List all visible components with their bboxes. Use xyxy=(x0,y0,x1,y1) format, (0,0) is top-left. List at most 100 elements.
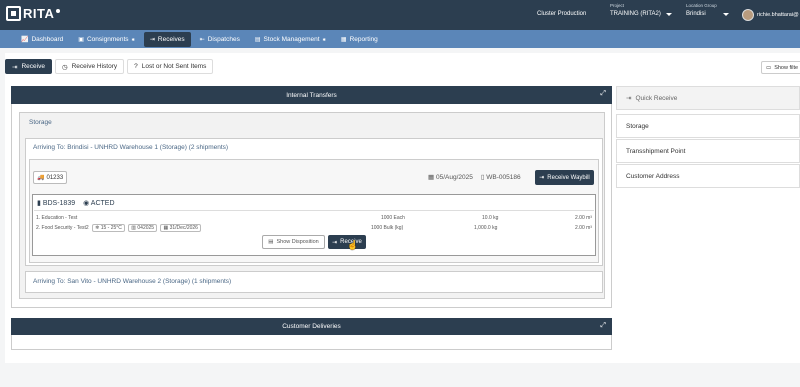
sidebar-item-label: Storage xyxy=(626,122,649,130)
nav-label: Receives xyxy=(157,35,185,43)
sidebar-item-storage[interactable]: Storage xyxy=(616,114,800,138)
temperature: 15 - 25°C xyxy=(100,225,122,231)
logo-text: RITA xyxy=(23,6,55,21)
expiry: 31/Dec/2026 xyxy=(169,225,198,231)
sidebar-item-label: Customer Address xyxy=(626,172,680,180)
cursor-hand-icon: ☝ xyxy=(347,240,359,250)
nav-dispatches[interactable]: ⇤ Dispatches xyxy=(194,32,246,47)
arriving-title-1[interactable]: Arriving To: Brindisi - UNHRD Warehouse … xyxy=(33,144,228,151)
filter-label: Show filte xyxy=(774,64,799,71)
expand-icon[interactable]: ⤢ xyxy=(600,90,606,98)
star-icon: ✱ xyxy=(131,36,135,42)
consignment-header: ▮ BDS-1839 ◉ ACTED xyxy=(37,199,115,207)
item-qty: 1000 Bulk (kg) xyxy=(371,225,404,231)
tab-label: Receive History xyxy=(71,63,118,70)
tab-label: Lost or Not Sent Items xyxy=(141,63,207,70)
expiry-badge: ▦ 31/Dec/2026 xyxy=(160,224,201,232)
logo-dot-icon xyxy=(56,8,61,13)
caret-down-icon xyxy=(722,12,729,16)
caret-down-icon xyxy=(665,12,672,16)
nav-label: Consignments xyxy=(86,35,129,43)
item-volume: 2.00 m³ xyxy=(575,225,592,231)
sidebar-item-transshipment[interactable]: Transshipment Point xyxy=(616,139,800,163)
barcode-icon: ▥ xyxy=(131,225,137,231)
item-weight: 10.0 kg xyxy=(482,215,499,221)
panel-title: Internal Transfers xyxy=(286,91,337,99)
show-disposition-button[interactable]: ▤ Show Disposition xyxy=(262,235,325,249)
sign-out-icon: ⇤ xyxy=(199,36,205,43)
bookmark-icon: ▮ xyxy=(37,200,41,207)
sign-in-icon: ⇥ xyxy=(539,175,545,181)
top-bar: RITA Cluster Production Project TRAINING… xyxy=(0,0,800,30)
report-icon: ▦ xyxy=(340,36,347,43)
table-row: 2. Food Security - Test2 ❄ 15 - 25°C ▥ 0… xyxy=(36,224,201,232)
internal-transfers-header: Internal Transfers ⤢ xyxy=(11,86,612,104)
list-icon: ▤ xyxy=(268,239,274,245)
expand-icon[interactable]: ⤢ xyxy=(600,322,606,330)
project-selector[interactable]: Project TRAINING (RITA2) xyxy=(610,3,672,17)
snowflake-icon: ❄ xyxy=(95,225,100,231)
nav-label: Dashboard xyxy=(31,35,64,43)
divider xyxy=(34,210,594,211)
location-label: Location Group xyxy=(686,3,717,8)
item-volume: 2.00 m³ xyxy=(575,215,592,221)
nav-consignments[interactable]: ▣ Consignments ✱ xyxy=(72,32,141,47)
location-selector[interactable]: Location Group Brindisi xyxy=(686,3,729,17)
rita-logo[interactable]: RITA xyxy=(6,6,61,21)
calendar-icon: ▦ xyxy=(163,225,169,231)
tab-receive-history[interactable]: ◷ Receive History xyxy=(54,59,125,74)
quick-receive-label: Quick Receive xyxy=(635,94,678,102)
receive-waybill-button[interactable]: ⇥ Receive Waybill xyxy=(535,170,594,185)
button-label: Show Disposition xyxy=(276,239,319,245)
sign-in-icon: ⇥ xyxy=(12,63,18,71)
tab-receive[interactable]: ⇥ Receive xyxy=(5,59,52,74)
truck-id: 01233 xyxy=(46,174,64,181)
waybill-number: WB-005186 xyxy=(486,174,521,181)
nav-dashboard[interactable]: 📈 Dashboard xyxy=(15,32,69,47)
nav-reporting[interactable]: ▦ Reporting xyxy=(335,32,384,47)
show-filter-button[interactable]: ▭ Show filte xyxy=(761,61,800,74)
item-qty: 1000 Each xyxy=(381,215,405,221)
quick-receive-button[interactable]: ⇥ Quick Receive xyxy=(616,86,800,110)
shipment-date: 05/Aug/2025 xyxy=(435,174,473,181)
chart-icon: 📈 xyxy=(21,36,29,43)
project-label: Project xyxy=(610,3,625,8)
logo-icon xyxy=(6,6,21,21)
item-weight: 1,000.0 kg xyxy=(474,225,498,231)
shipment-meta: ▦ 05/Aug/2025 ▯ WB-005186 xyxy=(428,173,521,181)
file-icon: ▯ xyxy=(480,174,485,181)
sidebar-item-label: Transshipment Point xyxy=(626,147,686,155)
location-value: Brindisi xyxy=(686,11,706,17)
nav-label: Reporting xyxy=(349,35,378,43)
truck-icon: ▣ xyxy=(78,36,84,43)
user-icon: ◉ xyxy=(83,200,90,207)
organization: ACTED xyxy=(90,200,115,207)
item-name: 2. Food Security - Test2 xyxy=(36,225,89,231)
button-label: Receive Waybill xyxy=(547,174,590,181)
truck-id-badge: 🚚 01233 xyxy=(33,171,68,184)
nav-receives[interactable]: ⇥ Receives xyxy=(143,31,191,47)
avatar xyxy=(742,9,754,21)
customer-deliveries-header: Customer Deliveries ⤢ xyxy=(11,318,612,335)
panel-title: Customer Deliveries xyxy=(282,323,341,330)
batch-badge: ▥ 042025 xyxy=(128,224,158,232)
sign-in-icon: ⇥ xyxy=(149,36,155,43)
consignment-code: BDS-1839 xyxy=(42,200,76,207)
batch: 042025 xyxy=(137,225,155,231)
sign-in-icon: ⇥ xyxy=(332,239,338,246)
stock-icon: ▤ xyxy=(254,36,261,43)
sign-in-icon: ⇥ xyxy=(626,95,632,102)
question-icon: ? xyxy=(134,63,138,70)
nav-stock-management[interactable]: ▤ Stock Management ✱ xyxy=(249,32,332,47)
storage-title: Storage xyxy=(29,119,52,126)
star-icon: ✱ xyxy=(322,36,326,42)
user-menu[interactable]: richie.bhattarai@ xyxy=(742,9,799,21)
arriving-title-2[interactable]: Arriving To: San Vito - UNHRD Warehouse … xyxy=(33,278,231,285)
tab-lost-items[interactable]: ? Lost or Not Sent Items xyxy=(127,59,214,74)
project-value: TRAINING (RITA2) xyxy=(610,11,661,17)
cluster-label: Cluster Production xyxy=(537,11,587,17)
sidebar-item-customer-address[interactable]: Customer Address xyxy=(616,164,800,188)
user-name: richie.bhattarai@ xyxy=(757,12,799,18)
filter-icon: ▭ xyxy=(766,64,772,71)
tab-label: Receive xyxy=(21,63,45,70)
